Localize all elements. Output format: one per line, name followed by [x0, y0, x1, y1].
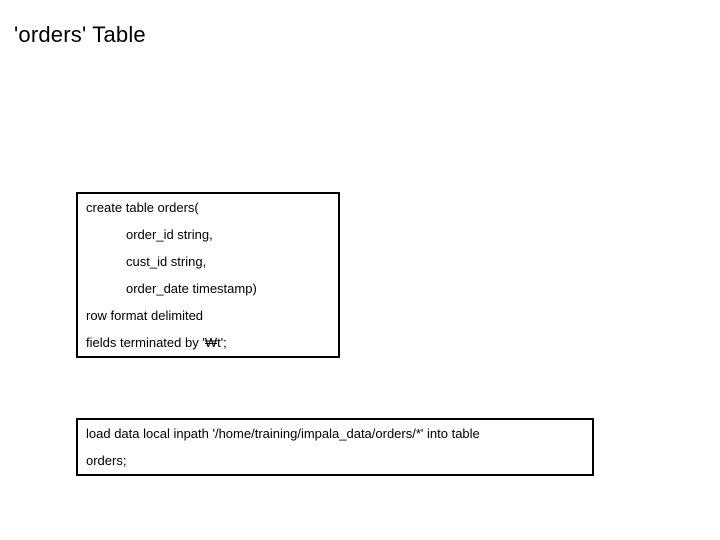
- load-data-line: load data local inpath '/home/training/i…: [78, 420, 592, 447]
- create-table-line: order_date timestamp): [78, 275, 338, 302]
- load-data-line: orders;: [78, 447, 592, 474]
- create-table-line: create table orders(: [78, 194, 338, 221]
- create-table-line: cust_id string,: [78, 248, 338, 275]
- create-table-code-box: create table orders(order_id string,cust…: [76, 192, 340, 358]
- load-data-code-box: load data local inpath '/home/training/i…: [76, 418, 594, 476]
- create-table-line: order_id string,: [78, 221, 338, 248]
- create-table-line: fields terminated by '₩t';: [78, 329, 338, 356]
- page-title: 'orders' Table: [14, 22, 146, 48]
- create-table-line: row format delimited: [78, 302, 338, 329]
